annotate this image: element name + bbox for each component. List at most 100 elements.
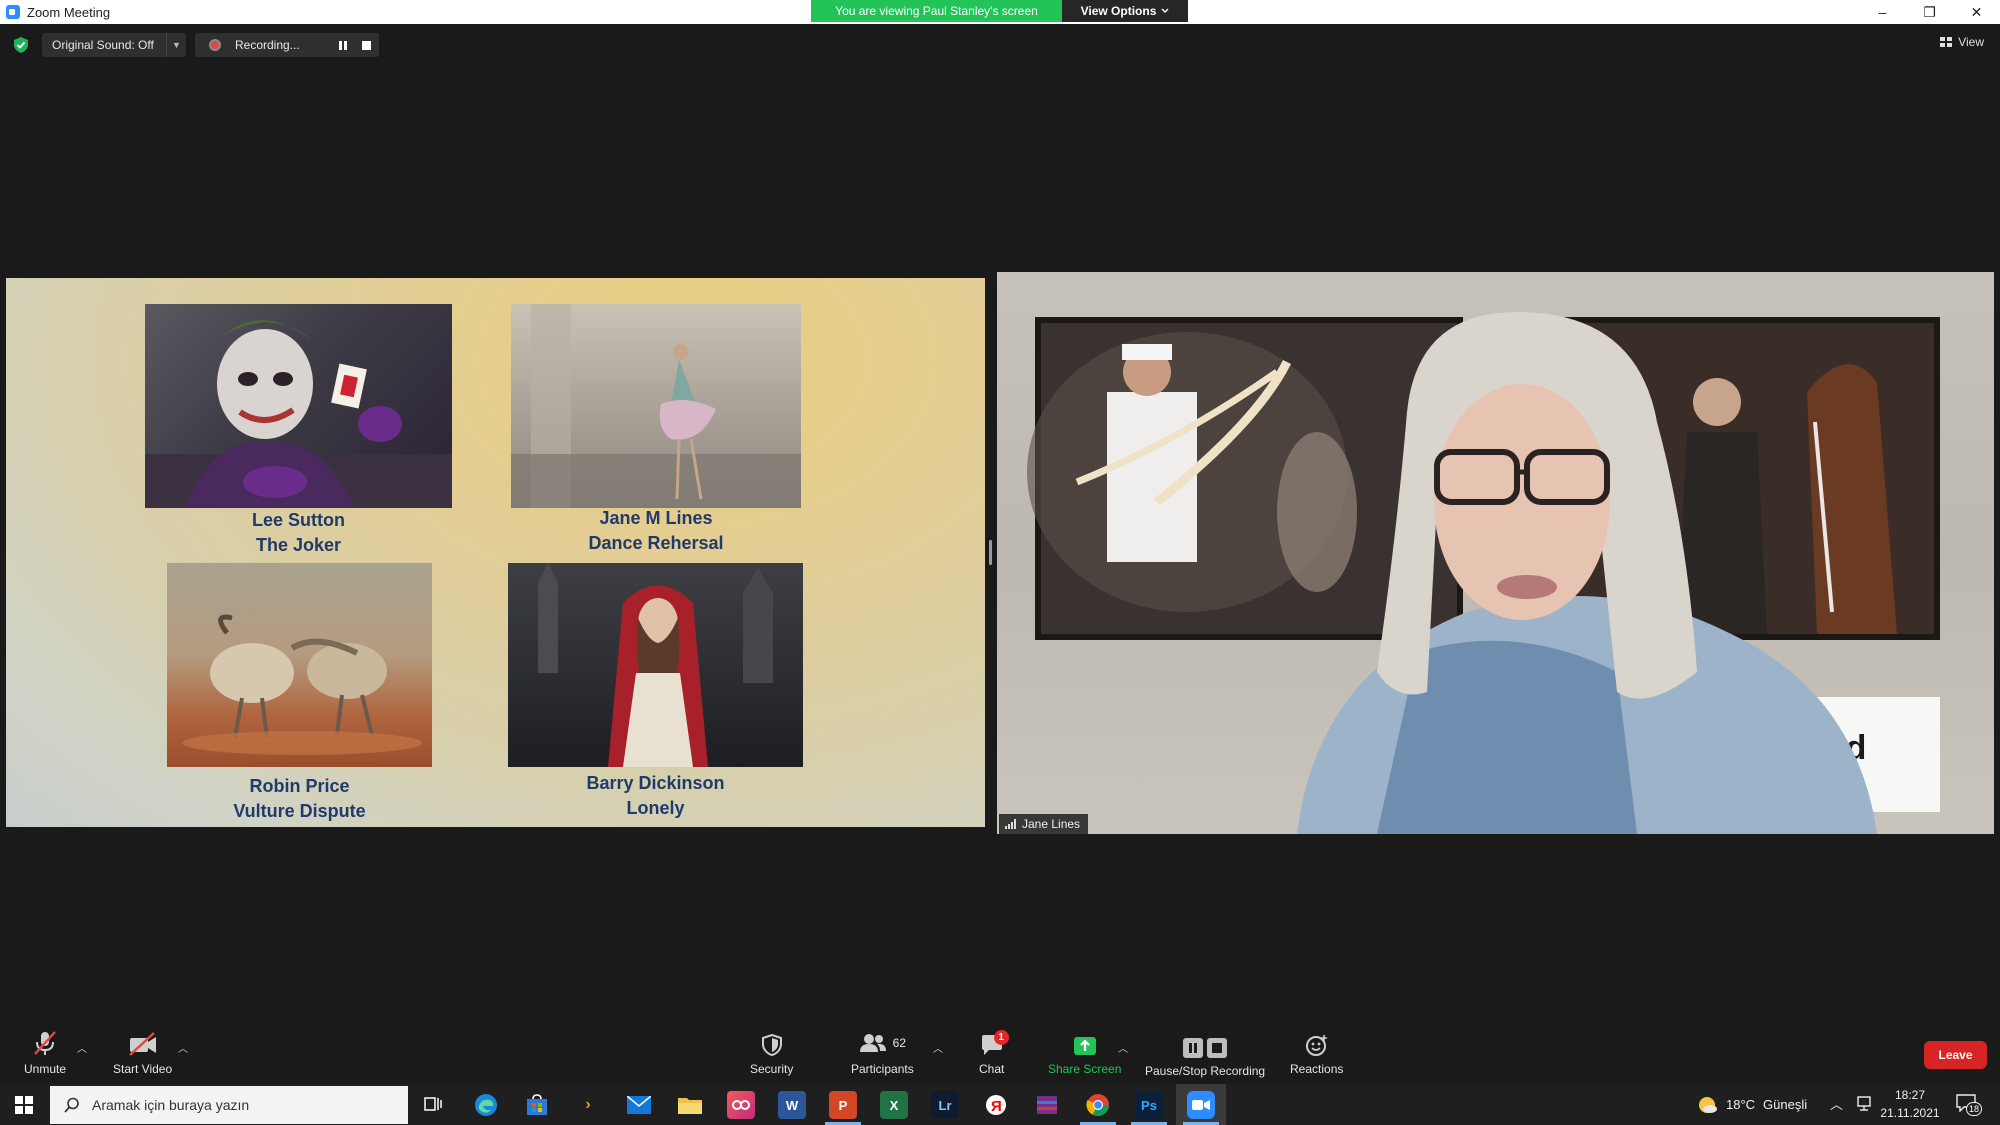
author-barry-dickinson: Barry Dickinson <box>586 773 725 793</box>
unmute-button[interactable]: Unmute <box>24 1030 66 1076</box>
close-button[interactable]: ✕ <box>1953 0 2000 24</box>
original-sound-label: Original Sound: Off <box>52 38 154 52</box>
microphone-muted-icon <box>34 1031 56 1055</box>
network-icon[interactable] <box>1857 1096 1871 1117</box>
winrar-icon[interactable] <box>1033 1091 1061 1119</box>
participants-label: Participants <box>851 1062 914 1076</box>
window-controls: – ❐ ✕ <box>1859 0 2000 24</box>
unmute-label: Unmute <box>24 1062 67 1076</box>
show-hidden-icons-icon[interactable]: ︿ <box>1830 1094 1843 1113</box>
security-button[interactable]: Security <box>750 1030 793 1076</box>
photo-lonely <box>508 563 803 767</box>
viewing-screen-banner: You are viewing Paul Stanley's screen <box>811 0 1062 22</box>
pause-icon <box>1183 1038 1204 1058</box>
chat-label: Chat <box>979 1062 1005 1076</box>
pause-recording-icon[interactable] <box>333 33 353 57</box>
panel-splitter-handle[interactable] <box>989 540 992 565</box>
svg-text:Я: Я <box>991 1098 1002 1115</box>
plex-icon[interactable]: › <box>574 1091 602 1119</box>
leave-button[interactable]: Leave <box>1924 1041 1987 1069</box>
search-placeholder: Aramak için buraya yazın <box>92 1097 250 1113</box>
caption-vulture-dispute: Robin Price Vulture Dispute <box>167 774 432 824</box>
task-view-icon[interactable] <box>419 1091 447 1119</box>
participant-name-tag: Jane Lines <box>999 814 1089 834</box>
video-options-arrow-icon[interactable]: ︿ <box>178 1040 188 1055</box>
chrome-icon[interactable] <box>1084 1091 1112 1119</box>
pause-stop-recording-label: Pause/Stop Recording <box>1145 1064 1266 1078</box>
smiley-icon <box>1305 1035 1327 1056</box>
clock-time: 18:27 <box>1894 1088 1926 1102</box>
recording-indicator: Recording... <box>195 33 379 57</box>
share-screen-icon <box>1073 1037 1096 1055</box>
view-options-label: View Options <box>1080 4 1157 18</box>
title-vulture-dispute: Vulture Dispute <box>233 801 366 821</box>
lightroom-icon[interactable]: Lr <box>931 1091 959 1119</box>
title-the-joker: The Joker <box>255 535 342 555</box>
zoom-logo-icon <box>6 5 20 19</box>
file-explorer-icon[interactable] <box>676 1091 704 1119</box>
share-screen-button[interactable]: Share Screen <box>1048 1030 1121 1076</box>
participant-video-tile: peed <box>997 272 1994 834</box>
mail-icon[interactable] <box>625 1091 653 1119</box>
reactions-button[interactable]: Reactions <box>1290 1030 1343 1076</box>
weather-temperature: 18°C <box>1726 1097 1756 1112</box>
powerpoint-icon[interactable]: P <box>829 1091 857 1119</box>
store-icon[interactable] <box>523 1091 551 1119</box>
encryption-shield-icon[interactable] <box>14 37 28 53</box>
reactions-label: Reactions <box>1290 1062 1344 1076</box>
caption-the-joker: Lee Sutton The Joker <box>145 508 452 558</box>
participants-icon <box>859 1034 886 1052</box>
author-jane-m-lines: Jane M Lines <box>599 508 713 528</box>
recording-dot-icon <box>209 39 221 51</box>
participants-count: 62 <box>892 1036 907 1050</box>
start-button[interactable] <box>0 1084 48 1125</box>
taskbar-search-box[interactable]: Aramak için buraya yazın <box>50 1086 408 1124</box>
stop-recording-icon[interactable] <box>353 33 379 57</box>
weather-description: Güneşli <box>1763 1097 1808 1112</box>
taskbar-clock[interactable]: 18:27 21.11.2021 <box>1880 1086 1940 1122</box>
pause-stop-recording-button[interactable]: Pause/Stop Recording <box>1145 1032 1265 1078</box>
minimize-button[interactable]: – <box>1859 0 1906 24</box>
author-lee-sutton: Lee Sutton <box>252 510 345 530</box>
participants-button[interactable]: 62 Participants <box>851 1030 914 1076</box>
edge-browser-icon[interactable] <box>472 1091 500 1119</box>
caption-lonely: Barry Dickinson Lonely <box>508 771 803 821</box>
view-options-button[interactable]: View Options <box>1062 0 1188 22</box>
author-robin-price: Robin Price <box>249 776 350 796</box>
chevron-down-icon <box>1161 8 1169 13</box>
notification-count-badge: 18 <box>1966 1102 1983 1116</box>
view-label: View <box>1958 35 1984 49</box>
caption-dance-rehersal: Jane M Lines Dance Rehersal <box>511 506 801 556</box>
zoom-app-icon[interactable] <box>1187 1091 1215 1119</box>
caret-down-icon[interactable]: ▼ <box>166 33 186 57</box>
share-options-arrow-icon[interactable]: ︿ <box>1118 1040 1128 1055</box>
search-icon <box>64 1097 79 1113</box>
grid-view-icon <box>1940 37 1953 47</box>
start-video-label: Start Video <box>113 1062 173 1076</box>
video-camera-off-icon <box>128 1032 156 1056</box>
shared-screen: Lee Sutton The Joker Jane M Lines Dance … <box>6 278 985 827</box>
weather-widget[interactable]: 18°C Güneşli <box>1696 1084 1807 1125</box>
original-sound-toggle[interactable]: Original Sound: Off ▼ <box>42 33 186 57</box>
chat-button[interactable]: 1 Chat <box>979 1030 1009 1076</box>
restore-button[interactable]: ❐ <box>1906 0 1953 24</box>
title-dance-rehersal: Dance Rehersal <box>588 533 724 553</box>
participants-options-arrow-icon[interactable]: ︿ <box>933 1040 943 1055</box>
photo-the-joker <box>145 304 452 508</box>
zoom-window: Zoom Meeting You are viewing Paul Stanle… <box>0 0 2000 1125</box>
notification-center-button[interactable]: 18 <box>1956 1094 1983 1118</box>
start-video-button[interactable]: Start Video <box>113 1030 172 1076</box>
windows-logo-icon <box>15 1095 33 1114</box>
audio-options-arrow-icon[interactable]: ︿ <box>77 1040 87 1055</box>
excel-icon[interactable]: X <box>880 1091 908 1119</box>
stop-icon <box>1207 1038 1228 1058</box>
creative-cloud-icon[interactable] <box>727 1091 755 1119</box>
security-label: Security <box>750 1062 794 1076</box>
word-icon[interactable]: W <box>778 1091 806 1119</box>
view-layout-button[interactable]: View <box>1940 35 1984 49</box>
sun-weather-icon <box>1699 1096 1717 1113</box>
yandex-browser-icon[interactable]: Я <box>982 1091 1010 1119</box>
photoshop-icon[interactable]: Ps <box>1135 1091 1163 1119</box>
security-shield-icon <box>761 1034 782 1056</box>
participant-name: Jane Lines <box>1022 817 1081 831</box>
